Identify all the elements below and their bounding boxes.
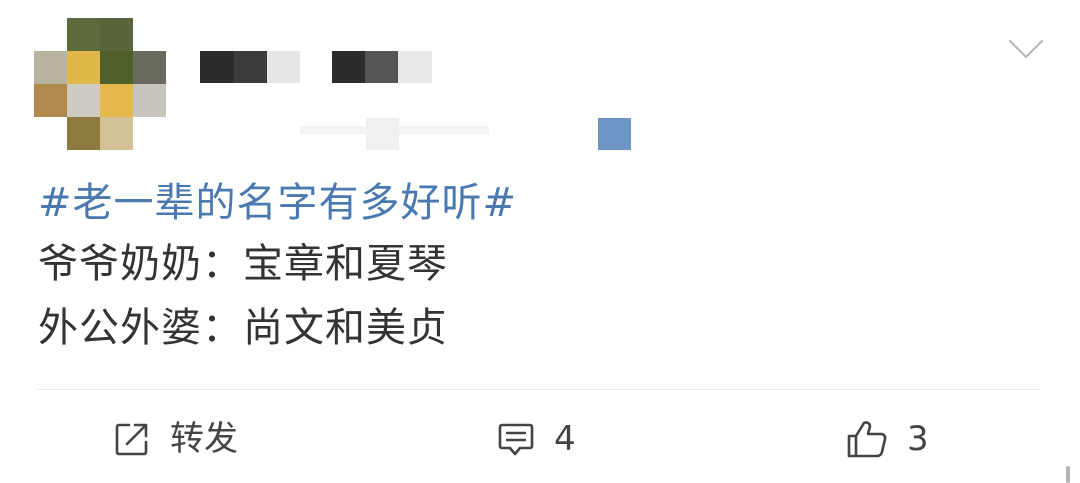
mosaic-block	[399, 126, 489, 134]
chevron-down-icon[interactable]	[1006, 32, 1046, 64]
mosaic-block	[234, 51, 267, 83]
avatar-pixel	[67, 84, 100, 117]
post-text-line: 爷爷奶奶：宝章和夏琴	[38, 241, 448, 287]
avatar-pixel	[133, 51, 166, 84]
topic-hashtag-link[interactable]: #老一辈的名字有多好听#	[38, 175, 517, 231]
mosaic-block	[366, 118, 399, 150]
mosaic-block	[332, 51, 365, 83]
avatar[interactable]	[34, 18, 166, 150]
thumbs-up-icon	[847, 421, 887, 458]
repost-button[interactable]: 转发	[112, 412, 238, 466]
avatar-pixel	[67, 51, 100, 84]
mosaic-block	[365, 51, 398, 83]
avatar-pixel	[67, 117, 100, 150]
avatar-pixel	[133, 84, 166, 117]
mosaic-block	[267, 51, 300, 83]
like-count: 3	[907, 419, 929, 459]
share-icon	[115, 423, 148, 456]
mosaic-block	[200, 51, 234, 83]
weibo-post-card: #老一辈的名字有多好听# 爷爷奶奶：宝章和夏琴 外公外婆：尚文和美贞 转发 4 …	[0, 0, 1080, 483]
scrollbar-thumb[interactable]	[1066, 466, 1070, 483]
avatar-pixel	[100, 117, 133, 150]
avatar-pixel	[34, 51, 67, 84]
divider	[38, 389, 1040, 390]
comment-count: 4	[554, 419, 576, 459]
mosaic-block	[300, 126, 366, 134]
repost-label: 转发	[170, 419, 238, 459]
comment-button[interactable]: 4	[496, 412, 576, 466]
avatar-pixel	[100, 84, 133, 117]
avatar-pixel	[34, 84, 67, 117]
mosaic-block	[398, 51, 432, 83]
comment-icon	[498, 423, 534, 456]
avatar-pixel	[100, 51, 133, 84]
like-button[interactable]: 3	[845, 412, 929, 466]
avatar-pixel	[100, 18, 133, 51]
post-text-line: 外公外婆：尚文和美贞	[38, 305, 448, 351]
avatar-pixel	[67, 18, 100, 51]
mosaic-block	[598, 118, 631, 150]
